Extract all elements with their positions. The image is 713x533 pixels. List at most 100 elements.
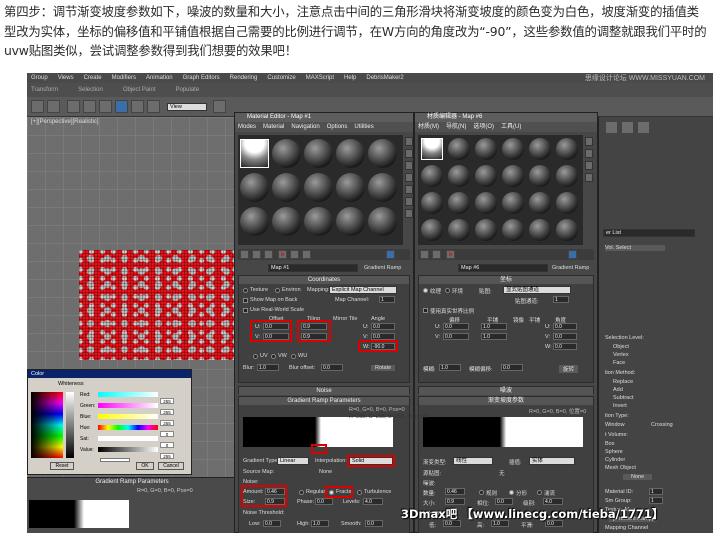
me1-menu-options[interactable]: Options xyxy=(327,122,348,132)
material-id-field[interactable]: 1 xyxy=(649,488,663,495)
sample-slot[interactable] xyxy=(336,139,365,168)
get-material-icon[interactable] xyxy=(240,250,249,259)
source-map-button[interactable]: None xyxy=(319,469,332,475)
noise-amount-field[interactable]: 0.46 xyxy=(445,488,465,495)
turbulence-radio[interactable] xyxy=(357,490,362,495)
sample-slot-selected[interactable] xyxy=(240,139,269,168)
sample-slot[interactable] xyxy=(421,219,443,241)
sample-slot[interactable] xyxy=(336,173,365,202)
reset-button[interactable]: Reset xyxy=(50,462,74,470)
show-map-icon[interactable] xyxy=(568,250,577,259)
blur-offset-field[interactable]: 0.0 xyxy=(321,364,343,371)
angle-u-field[interactable]: 0.0 xyxy=(553,323,577,330)
sample-slot[interactable] xyxy=(475,192,497,214)
noise-title[interactable]: 噪波 xyxy=(419,387,593,395)
blur-offset-field[interactable]: 0.0 xyxy=(501,364,523,371)
angle-w-field[interactable]: 0.0 xyxy=(553,343,577,350)
uv-tiling-icon[interactable] xyxy=(405,173,413,182)
vertex-radio[interactable]: Vertex xyxy=(613,352,629,358)
offset-u-field[interactable]: 0.0 xyxy=(443,323,469,330)
modifier-list-dropdown[interactable]: er List xyxy=(603,229,695,237)
noise-phase-field[interactable]: 0.0 xyxy=(495,498,513,505)
threshold-high-field[interactable]: 1.0 xyxy=(311,520,329,527)
sample-slot[interactable] xyxy=(502,165,524,187)
menu-help[interactable]: Help xyxy=(344,73,356,83)
environ-radio[interactable] xyxy=(445,288,450,293)
noise-levels-field[interactable]: 4.0 xyxy=(543,498,563,505)
sample-slot[interactable] xyxy=(421,192,443,214)
sample-slot[interactable] xyxy=(502,138,524,160)
me1-menu-modes[interactable]: Modes xyxy=(238,122,256,132)
menu-graph-editors[interactable]: Graph Editors xyxy=(183,73,220,83)
object-radio[interactable]: Object xyxy=(613,344,629,350)
put-to-scene-icon[interactable] xyxy=(252,250,261,259)
move-icon[interactable] xyxy=(115,100,128,113)
real-world-checkbox[interactable] xyxy=(423,308,428,313)
show-map-back-checkbox[interactable] xyxy=(243,298,248,303)
map-name-field[interactable]: Map #1 xyxy=(268,264,358,272)
sample-slot[interactable] xyxy=(475,165,497,187)
sample-slot[interactable] xyxy=(556,165,578,187)
blur-field[interactable]: 1.0 xyxy=(257,364,279,371)
sample-slot[interactable] xyxy=(502,192,524,214)
sample-slot[interactable] xyxy=(556,219,578,241)
show-map-icon[interactable] xyxy=(386,250,395,259)
menu-views[interactable]: Views xyxy=(58,73,74,83)
rotate-button[interactable]: Rotate xyxy=(371,365,396,371)
modify-tab-icon[interactable] xyxy=(621,121,634,134)
noise-size-field[interactable]: 0.9 xyxy=(265,498,285,505)
map-channel-field[interactable]: 1 xyxy=(553,296,569,303)
sample-slot[interactable] xyxy=(475,219,497,241)
hierarchy-tab-icon[interactable] xyxy=(637,121,650,134)
mesh-none-button[interactable]: None xyxy=(623,474,653,480)
sample-slot[interactable] xyxy=(304,139,333,168)
sat-value[interactable]: 0 xyxy=(160,442,174,448)
sample-slot[interactable] xyxy=(502,219,524,241)
me2-menu-tools[interactable]: 工具(U) xyxy=(501,122,521,132)
invert-checkbox[interactable]: Invert xyxy=(613,403,627,409)
noise-phase-field[interactable]: 0.0 xyxy=(315,498,333,505)
sample-slot[interactable] xyxy=(368,139,397,168)
background-icon[interactable] xyxy=(405,161,413,170)
noise-title[interactable]: Noise xyxy=(239,387,409,395)
wu-radio[interactable] xyxy=(291,354,296,359)
noise-levels-field[interactable]: 4.0 xyxy=(363,498,383,505)
menu-create[interactable]: Create xyxy=(84,73,102,83)
sample-slot[interactable] xyxy=(529,192,551,214)
menu-group[interactable]: Group xyxy=(31,73,48,83)
window-radio[interactable]: Window xyxy=(605,422,625,428)
gradient-ramp-bar[interactable] xyxy=(243,417,393,447)
video-check-icon[interactable] xyxy=(405,185,413,194)
menu-modifiers[interactable]: Modifiers xyxy=(112,73,136,83)
rotate-button[interactable]: 旋转 xyxy=(559,365,579,373)
make-preview-icon[interactable] xyxy=(405,197,413,206)
select-icon[interactable] xyxy=(99,100,112,113)
crossing-radio[interactable]: Crossing xyxy=(651,422,673,428)
real-world-checkbox[interactable] xyxy=(243,308,248,313)
map-name-field[interactable]: Map #6 xyxy=(458,264,548,272)
threshold-low-field[interactable]: 0.0 xyxy=(263,520,281,527)
tiling-v-field[interactable]: 1.0 xyxy=(481,333,507,340)
background-icon[interactable] xyxy=(585,161,593,170)
angle-u-field[interactable]: 0.0 xyxy=(371,323,395,330)
menu-customize[interactable]: Customize xyxy=(267,73,295,83)
green-value[interactable]: 255 xyxy=(160,409,174,415)
subtract-radio[interactable]: Subtract xyxy=(613,395,633,401)
copy-icon[interactable] xyxy=(290,250,299,259)
sample-slot[interactable] xyxy=(240,207,269,236)
turbulence-radio[interactable] xyxy=(537,490,542,495)
whiteness-bar[interactable] xyxy=(66,392,74,458)
scale-icon[interactable] xyxy=(147,100,160,113)
modifier-stack-item[interactable]: Vol. Select xyxy=(605,245,665,251)
middle-slider-highlight[interactable] xyxy=(311,444,327,454)
uv-radio[interactable] xyxy=(253,354,258,359)
regular-radio[interactable] xyxy=(299,490,304,495)
add-radio[interactable]: Add xyxy=(613,387,623,393)
environ-radio[interactable] xyxy=(275,288,280,293)
cylinder-radio[interactable]: Cylinder xyxy=(605,457,625,463)
color-spectrum[interactable] xyxy=(31,392,63,458)
sample-slot[interactable] xyxy=(368,207,397,236)
noise-size-field[interactable]: 0.9 xyxy=(445,498,465,505)
replace-radio[interactable]: Replace xyxy=(613,379,633,385)
sample-slot[interactable] xyxy=(448,192,470,214)
